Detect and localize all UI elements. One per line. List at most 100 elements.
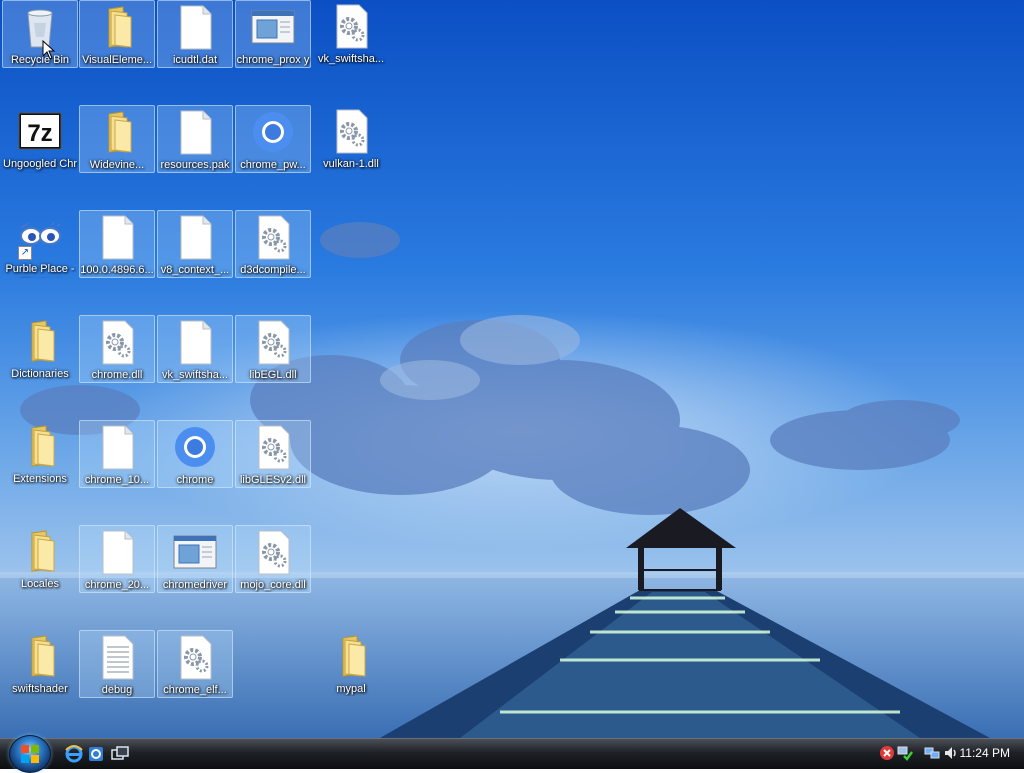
desktop-icon-icudtl[interactable]: icudtl.dat [157, 0, 233, 68]
desktop-icon-chrome[interactable]: chrome [157, 420, 233, 488]
desktop-icon-label: mypal [336, 683, 366, 695]
volume-icon[interactable] [943, 745, 959, 761]
folder-icon [16, 632, 64, 680]
mouse-cursor-icon [42, 39, 56, 65]
dll-icon [171, 633, 219, 681]
security-alert-icon[interactable] [879, 745, 895, 761]
desktop-icon-label: v8_context_... [160, 264, 230, 276]
desktop-icon-label: Extensions [13, 473, 67, 485]
dll-icon [249, 423, 297, 471]
file-icon [171, 3, 219, 51]
desktop-icon-vk_swiftshader2[interactable]: vk_swiftsha... [157, 315, 233, 383]
desktop-icon-label: vk_swiftsha... [317, 53, 385, 65]
desktop-icon-label: debug [101, 684, 133, 696]
desktop-icon-d3dcompiler[interactable]: d3dcompile... [235, 210, 311, 278]
switch-windows-icon[interactable] [110, 744, 130, 764]
exe-icon [171, 528, 219, 576]
desktop-icon-locales[interactable]: Locales [2, 525, 78, 593]
file-icon [171, 318, 219, 366]
purble-icon: ↗ [16, 212, 64, 260]
file-icon [171, 213, 219, 261]
desktop-icon-visualelements[interactable]: VisualEleme... [79, 0, 155, 68]
svg-text:7z: 7z [27, 120, 52, 147]
recycle-icon [16, 3, 64, 51]
desktop-icon-v8_context[interactable]: v8_context_... [157, 210, 233, 278]
desktop-icon-label: Recycle Bin [10, 54, 70, 66]
desktop-icon-label: Locales [21, 578, 59, 590]
desktop-icon-label: chrome [176, 474, 214, 486]
7z-icon: 7z [16, 107, 64, 155]
desktop-icon-mojo_core[interactable]: mojo_core.dll [235, 525, 311, 593]
desktop-icon-libglesv2[interactable]: libGLESv2.dll [235, 420, 311, 488]
desktop-icon-label: chrome.dll [91, 369, 143, 381]
desktop-icon-libegl[interactable]: libEGL.dll [235, 315, 311, 383]
desktop-icon-label: VisualEleme... [81, 54, 153, 66]
desktop-icon-ungoogled[interactable]: 7z Ungoogled Chromium... [2, 105, 78, 173]
desktop-icon-label: d3dcompile... [240, 264, 306, 276]
desktop-icon-chrome_pwa[interactable]: chrome_pw... [235, 105, 311, 173]
desktop-icon-recycle[interactable]: Recycle Bin [2, 0, 78, 68]
desktop-icon-purble[interactable]: ↗ Purble Place - Shortcut [2, 210, 78, 278]
folder-icon [327, 632, 375, 680]
desktop-icon-chromedriver[interactable]: chromedriver [157, 525, 233, 593]
dll-icon [249, 318, 297, 366]
desktop-icon-chrome_proxy[interactable]: chrome_prox y [235, 0, 311, 68]
desktop-icon-label: mojo_core.dll [240, 579, 306, 591]
dll-icon [327, 2, 375, 50]
system-tray: 11:24 PM [864, 739, 1024, 769]
network-status-icon[interactable] [897, 745, 913, 761]
desktop-icon-label: vulkan-1.dll [323, 158, 379, 170]
desktop-icon-label: libEGL.dll [249, 369, 297, 381]
desktop-icon-chrome_20[interactable]: chrome_20... [79, 525, 155, 593]
desktop-icon-label: chrome_10... [84, 474, 150, 486]
shortcut-arrow-icon: ↗ [18, 246, 32, 260]
desktop-icon-chrome_elf[interactable]: chrome_elf... [157, 630, 233, 698]
desktop-icon-dictionaries[interactable]: Dictionaries [2, 315, 78, 383]
desktop-icon-chrome_10[interactable]: chrome_10... [79, 420, 155, 488]
file-icon [93, 213, 141, 261]
dll-icon [249, 213, 297, 261]
desktop-icon-label: chrome_prox y [236, 54, 310, 66]
windows-logo-icon [21, 745, 39, 763]
folder-icon [16, 422, 64, 470]
text-icon [93, 633, 141, 681]
taskbar-clock[interactable]: 11:24 PM [960, 746, 1010, 760]
dll-icon [327, 107, 375, 155]
taskbar: 11:24 PM [0, 735, 1024, 773]
display-icon[interactable] [924, 745, 940, 761]
desktop-icon-label: chrome_20... [84, 579, 150, 591]
dll-icon [249, 528, 297, 576]
desktop-icon-label: chromedriver [162, 579, 228, 591]
desktop-icon-label: 100.0.4896.6... [80, 264, 154, 276]
desktop-area[interactable]: Recycle Bin VisualEleme... icudtl.dat chrom… [0, 0, 1024, 738]
desktop-icon-label: Widevine... [89, 159, 145, 171]
desktop-icon-label: Purble Place - Shortcut [5, 263, 75, 278]
desktop-icon-swiftshader[interactable]: swiftshader [2, 630, 78, 698]
desktop-icon-label: icudtl.dat [172, 54, 218, 66]
folder-icon [16, 527, 64, 575]
desktop-icon-chrome_dll[interactable]: chrome.dll [79, 315, 155, 383]
file-icon [93, 423, 141, 471]
desktop-icon-widevine[interactable]: Widevine... [79, 105, 155, 173]
internet-explorer-icon[interactable] [64, 744, 84, 764]
desktop-icon-label: libGLESv2.dll [239, 474, 307, 486]
desktop-icon-label: resources.pak [160, 159, 230, 171]
desktop-icon-v100[interactable]: 100.0.4896.6... [79, 210, 155, 278]
desktop-icon-label: chrome_elf... [163, 684, 227, 696]
start-button[interactable] [9, 735, 51, 773]
desktop-icon-label: swiftshader [12, 683, 68, 695]
desktop-icon-label: Dictionaries [11, 368, 69, 380]
desktop-icon-extensions[interactable]: Extensions [2, 420, 78, 488]
desktop-icon-debug[interactable]: debug [79, 630, 155, 698]
desktop-icon-label: chrome_pw... [240, 159, 306, 171]
chrome-icon [171, 423, 219, 471]
folder-icon [93, 3, 141, 51]
desktop-icon-resources[interactable]: resources.pak [157, 105, 233, 173]
desktop-icon-mypal[interactable]: mypal [313, 630, 389, 698]
file-icon [93, 528, 141, 576]
ie-alt-icon[interactable] [86, 744, 106, 764]
dll-icon [93, 318, 141, 366]
desktop-icon-vulkan[interactable]: vulkan-1.dll [313, 105, 389, 173]
folder-icon [16, 317, 64, 365]
desktop-icon-vk_swiftshader1[interactable]: vk_swiftsha... [313, 0, 389, 68]
